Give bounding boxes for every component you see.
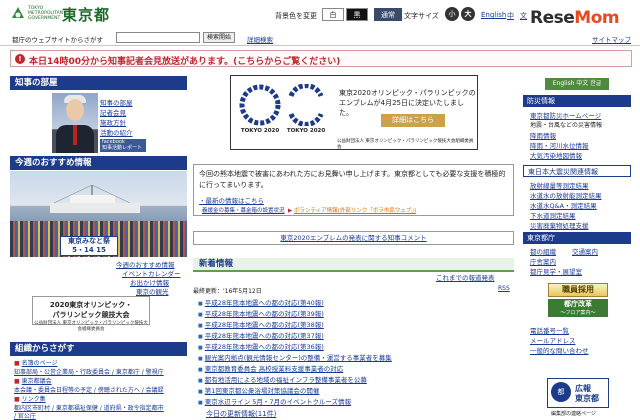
emblem-footer: 公益財団法人 東京オリンピック・パラリンピック競技大会組織委員会 — [337, 139, 474, 150]
office-link[interactable]: 交通案内 — [572, 246, 598, 256]
emblem-detail-button[interactable]: 詳細はこちら — [381, 114, 445, 127]
office-link[interactable]: 都庁見学・展望室 — [530, 266, 582, 276]
disaster-heading: 防災情報 — [523, 95, 631, 107]
tokyo-logo-icon[interactable] — [10, 6, 26, 22]
org-municipalities-row[interactable]: 都内区市町村 / 東京都福祉保健 / 道府県・政令指定都市 — [14, 403, 164, 412]
bg-black-button[interactable]: 黒 — [346, 8, 368, 21]
logo-english: TOKYO METROPOLITAN GOVERNMENT — [28, 6, 64, 21]
org-assembly-detail-row[interactable]: 本会議・委員会日程等の予定 / 傍聴された方へ / 会議録 — [14, 385, 164, 394]
background-color-label: 背景色を変更 — [275, 12, 317, 20]
kouhou-logo-icon: 都 — [551, 382, 571, 402]
disaster-link[interactable]: 降雨情報 — [530, 130, 556, 140]
emblem-comment-link[interactable]: 東京2020エンブレムの発表に関する知事コメント — [193, 231, 514, 245]
org-roster-row[interactable]: ■ 名簿のページ — [14, 358, 57, 367]
kumamoto-earthquake-box: 今回の熊本地震で被害にあわれた方にお見舞い申し上げます。東京都としても必要な支援… — [193, 164, 514, 216]
bg-normal-button[interactable]: 通常 — [374, 8, 402, 21]
bg-white-button[interactable]: 白 — [322, 8, 344, 21]
governor-heading: 知事の部屋 — [10, 76, 187, 90]
lang-chinese-link[interactable]: 中 — [507, 11, 514, 21]
activities-link[interactable]: 活動の紹介 — [100, 127, 133, 137]
press-conference-link[interactable]: 記者会見 — [100, 107, 126, 117]
alert-icon: ! — [15, 54, 25, 64]
kouhou-caption: 編集部の連絡ページ — [551, 411, 596, 417]
kumamoto-message: 今回の熊本地震で被害にあわれた方にお見舞い申し上げます。東京都としても必要な支援… — [199, 170, 506, 189]
volunteer-link[interactable]: ボランティア情報(外部リンク「ボラ市民ウェブ」) — [294, 208, 416, 214]
resemom-watermark: ReseMom — [530, 8, 620, 28]
kumamoto-latest-link[interactable]: ・最新の情報はこちら — [199, 195, 264, 205]
disaster-link[interactable]: 東京都防災ホームページ — [530, 110, 601, 120]
governor-room-link[interactable]: 知事の部屋 — [100, 97, 133, 107]
search-button[interactable]: 検索開始 — [203, 32, 235, 43]
press-archive-link[interactable]: これまでの報道発表 — [436, 272, 495, 282]
olympic-banner[interactable]: 2020東京オリンピック・ パラリンピック競技大会 公益財団法人 東京オリンピッ… — [32, 296, 150, 332]
office-link[interactable]: 庁舎案内 — [530, 256, 556, 266]
governor-photo[interactable] — [52, 93, 98, 153]
logo-japanese[interactable]: 東京都 — [62, 4, 110, 25]
news-item[interactable]: 第1回東京都公衆浴場対策協議会の開催 — [198, 385, 320, 395]
kumamoto-links: 義援金の募集・募金箱の設置状況 ▶ ボランティア情報(外部リンク「ボラ市民ウェブ… — [202, 208, 417, 214]
recruitment-button[interactable]: 職員採用 — [548, 283, 608, 297]
news-item[interactable]: 平成28年熊本地震への都の対応(第37報) — [198, 330, 324, 340]
kouhou-tokyo-banner[interactable]: 都 広報 東京都 — [547, 378, 609, 408]
donation-link[interactable]: 義援金の募集・募金箱の設置状況 — [202, 208, 285, 214]
quake-link[interactable]: 水道水の放射能測定結果 — [530, 190, 602, 200]
policy-link[interactable]: 施政方針 — [100, 117, 126, 127]
news-item[interactable]: 観光案内拠点(観光情報センター)の整備・運営する事業者を募集 — [198, 352, 392, 362]
detail-search-link[interactable]: 詳細検索 — [247, 34, 273, 44]
paralympic-emblem-label: TOKYO 2020 — [286, 128, 326, 134]
search-label: 都庁のウェブサイトからさがす — [12, 36, 103, 44]
news-item[interactable]: 東京水辺ライン 5月・7月のイベントクルーズ情報 — [198, 396, 351, 406]
org-links-row[interactable]: ■ リンク集 — [14, 394, 46, 403]
font-size-label: 文字サイズ — [404, 12, 439, 20]
paralympic-emblem-icon — [288, 84, 324, 126]
search-bar: 都庁のウェブサイトからさがす 検索開始 詳細検索 サイトマップ — [0, 30, 640, 46]
alert-text[interactable]: 本日14時00分から知事記者会見放送があります。(こちらからご覧ください) — [29, 54, 340, 67]
office-link[interactable]: 都の組織 — [530, 246, 556, 256]
disaster-note: 地震・台風などの災害情報 — [530, 122, 603, 129]
contact-link[interactable]: メールアドレス — [530, 335, 576, 345]
news-item[interactable]: 平成28年熊本地震への都の対応(第39報) — [198, 308, 324, 318]
font-small-button[interactable]: 小 — [445, 7, 459, 21]
disaster-link[interactable]: 降雨・河川水位情報 — [530, 140, 589, 150]
ship-icon — [50, 185, 140, 213]
news-heading: 新着情報 — [193, 258, 514, 272]
disaster-link[interactable]: 大気汚染地図情報 — [530, 150, 582, 160]
tourism-link[interactable]: 東京の観光 — [136, 286, 169, 296]
press-conference-alert[interactable]: ! 本日14時00分から知事記者会見放送があります。(こちらからご覧ください) — [10, 50, 632, 67]
lang-korean-link[interactable]: 文 — [520, 11, 527, 21]
quake-link[interactable]: 放射線量等測定結果 — [530, 180, 589, 190]
header: TOKYO METROPOLITAN GOVERNMENT 東京都 背景色を変更… — [0, 0, 640, 30]
today-updates-link[interactable]: 今日の更新情報(11件) — [206, 409, 276, 419]
office-heading: 東京都庁 — [523, 232, 631, 244]
org-departments-row[interactable]: 知事部局・公営企業局・行政委員会 / 東京都庁 / 警視庁 — [14, 367, 164, 376]
news-item[interactable]: 平成28年熊本地震への都の対応(第40報) — [198, 297, 324, 307]
search-input[interactable] — [116, 32, 200, 43]
news-item[interactable]: 平成28年熊本地震への都の対応(第38報) — [198, 319, 324, 329]
festival-title: 東京みなと祭 5・14 15 — [60, 236, 118, 256]
reform-button[interactable]: 都庁改革 〜フロア案内〜 — [548, 299, 608, 317]
rss-link[interactable]: RSS — [498, 285, 510, 292]
news-item[interactable]: 都有地活用による地域の福祉インフラ整備事業者を公募 — [198, 374, 367, 384]
quake-link[interactable]: 水道水Q&A・測定結果 — [530, 200, 597, 210]
lang-english-link[interactable]: English — [481, 11, 506, 19]
font-large-button[interactable]: 大 — [461, 7, 475, 21]
sitemap-link[interactable]: サイトマップ — [592, 34, 631, 44]
olympic-emblem-label: TOKYO 2020 — [240, 128, 280, 134]
news-item[interactable]: 東京都教育委員会 高校授業料支援事業者の対応 — [198, 363, 344, 373]
recommend-heading: 今週のおすすめ情報 — [10, 156, 187, 170]
organization-heading: 組織からさがす — [10, 342, 187, 356]
news-updated: 最終更新：'16年5月12日 — [193, 288, 262, 295]
contact-link[interactable]: 電話番号一覧 — [530, 325, 569, 335]
language-links[interactable]: English 中文 한글 — [545, 78, 609, 90]
quake-link[interactable]: 下水道測定結果 — [530, 210, 576, 220]
org-government-row[interactable]: / 官公庁 — [14, 411, 36, 420]
news-item[interactable]: 平成28年熊本地震への都の対応(第36報) — [198, 341, 324, 351]
quake-heading: 東日本大震災関連情報 — [523, 165, 631, 177]
org-assembly-row[interactable]: ■ 東京都議会 — [14, 376, 52, 385]
olympic-emblem-icon — [239, 84, 281, 126]
contact-link[interactable]: 一般的な問い合わせ — [530, 345, 589, 355]
quake-link[interactable]: 災害廃棄物処理支援 — [530, 220, 589, 230]
olympic-emblem-card[interactable]: TOKYO 2020 TOKYO 2020 東京2020オリンピック・パラリンピ… — [230, 75, 478, 150]
facebook-report-button[interactable]: facebook 知事活動レポート — [100, 139, 146, 152]
